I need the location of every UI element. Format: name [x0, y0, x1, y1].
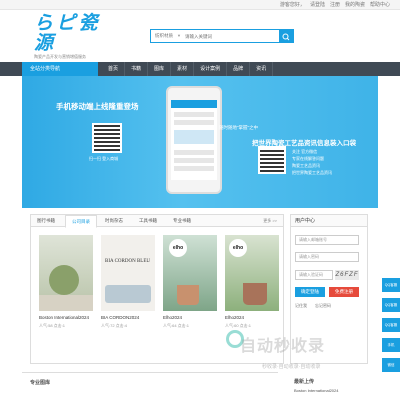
- book-card[interactable]: elho Elho2024 人气:64 点击:1: [163, 235, 217, 333]
- logo-text: ら ピ 瓷源: [34, 13, 98, 54]
- search-type-select[interactable]: 纺织材质: [155, 33, 173, 39]
- qq-service-button[interactable]: QQ客服: [382, 278, 400, 292]
- banner-headline: 手机移动端上线隆重登场: [56, 102, 139, 111]
- watermark-subtext: 秒收录·自动收录·自动收录: [262, 364, 321, 370]
- qq-service-button[interactable]: QQ客服: [382, 298, 400, 312]
- captcha-field[interactable]: 请输入验证码: [295, 270, 333, 280]
- nav-item-books[interactable]: 书籍: [125, 62, 149, 76]
- nav-items: 首页 书籍 图库 素材 设计案例 品牌 资讯: [102, 62, 274, 76]
- book-meta: 人气:72 点击:4: [101, 323, 128, 328]
- tab-graphic-books[interactable]: 图行书籍: [31, 215, 61, 227]
- phone-button[interactable]: 手机: [382, 338, 400, 352]
- book-card[interactable]: elho Elho2024 人气:60 点击:1: [225, 235, 279, 333]
- main-nav: 全站分类导航 首页 书籍 图库 素材 设计案例 品牌 资讯: [0, 62, 400, 76]
- cover-text: elho: [169, 239, 187, 257]
- login-button[interactable]: 确定登陆: [295, 287, 325, 297]
- latest-uploads-section: 最新上传 Boston International2024: [290, 372, 368, 400]
- category-nav-button[interactable]: 全站分类导航: [22, 62, 98, 76]
- tab-company-catalog[interactable]: 公司目录: [65, 215, 97, 228]
- top-links: 游客您好， 请登陆 注册 我的陶瓷 帮助中心: [280, 1, 390, 8]
- login-link[interactable]: 请登陆: [310, 1, 325, 8]
- login-panel-title: 用户中心: [291, 215, 367, 227]
- book-meta: 人气:58 点击:1: [39, 323, 66, 328]
- logo-subtitle: 陶瓷产品开发与营销增值服务: [34, 54, 86, 59]
- latest-uploads-title: 最新上传: [294, 379, 315, 385]
- chevron-down-icon[interactable]: ▼: [177, 33, 181, 38]
- register-button[interactable]: 免费注册: [329, 287, 359, 297]
- wechat-side-text: 关注 官方微信 专家在线解答问题 陶瓷工艺品资讯 把世界陶瓷工艺品资讯: [292, 149, 332, 175]
- tab-bar: 图行书籍 公司目录 时尚杂志 工具书籍 专业书籍 更多 >>: [31, 215, 283, 228]
- tab-fashion-magazines[interactable]: 时尚杂志: [99, 215, 129, 227]
- search-icon: [282, 33, 290, 41]
- book-cover-image: [39, 235, 93, 311]
- tab-professional-books[interactable]: 专业书籍: [167, 215, 197, 227]
- list-item[interactable]: Boston International2024: [294, 388, 338, 393]
- book-title: Boston International2024: [39, 315, 90, 320]
- forgot-password-link[interactable]: 忘记密码: [315, 303, 331, 309]
- book-card[interactable]: BIA CORDON BLEU BIA CORDON2024 人气:72 点击:…: [101, 235, 155, 333]
- book-cover-image: elho: [163, 235, 217, 311]
- register-link[interactable]: 注册: [330, 1, 340, 8]
- book-card[interactable]: Boston International2024 人气:58 点击:1: [39, 235, 93, 333]
- book-title: Elho2024: [163, 315, 183, 320]
- book-cover-image: BIA CORDON BLEU: [101, 235, 155, 311]
- nav-item-brands[interactable]: 品牌: [227, 62, 251, 76]
- tab-tool-books[interactable]: 工具书籍: [133, 215, 163, 227]
- cover-text: elho: [229, 239, 247, 257]
- captcha-image[interactable]: Z6FZF: [335, 270, 359, 280]
- banner-subline: 随时随地“掌握”之中: [219, 125, 258, 130]
- more-link[interactable]: 更多 >>: [263, 218, 277, 224]
- nav-item-gallery[interactable]: 图库: [148, 62, 172, 76]
- qq-service-button[interactable]: QQ客服: [382, 318, 400, 332]
- watermark-text: 自动秒收录: [240, 338, 326, 355]
- search-input[interactable]: [185, 31, 279, 41]
- book-title: BIA CORDON2024: [101, 315, 140, 320]
- password-field[interactable]: 请输入密码: [295, 252, 359, 262]
- nav-item-home[interactable]: 首页: [102, 62, 126, 76]
- email-field[interactable]: 请输入邮箱账号: [295, 235, 359, 245]
- help-link[interactable]: 帮助中心: [370, 1, 390, 8]
- promo-banner[interactable]: 手机移动端上线隆重登场 扫一扫 登入商城 随时随地“掌握”之中 把世界陶瓷工艺品…: [22, 76, 378, 208]
- remember-me-checkbox[interactable]: 记住我: [295, 303, 307, 309]
- nav-item-news[interactable]: 资讯: [250, 62, 274, 76]
- wechat-qr-code-image: [258, 146, 286, 174]
- search-bar: 纺织材质 ▼: [150, 29, 294, 43]
- phone-mockup-image: [166, 86, 222, 194]
- greeting-text: 游客您好，: [279, 2, 305, 8]
- qr-caption: 扫一扫 登入商城: [89, 156, 119, 161]
- site-logo[interactable]: ら ピ 瓷源 陶瓷产品开发与营销增值服务: [34, 14, 110, 60]
- top-bar: 游客您好， 请登陆 注册 我的陶瓷 帮助中心: [0, 0, 400, 10]
- nav-item-design-cases[interactable]: 设计案例: [194, 62, 228, 76]
- gallery-section-title: 专业图库: [30, 380, 51, 386]
- book-cover-image: elho: [225, 235, 279, 311]
- login-options: 记住我 忘记密码: [295, 303, 331, 309]
- book-meta: 人气:64 点击:1: [163, 323, 190, 328]
- my-ceramics-link[interactable]: 我的陶瓷: [345, 1, 365, 8]
- gallery-section: 专业图库: [22, 372, 278, 400]
- nav-item-materials[interactable]: 素材: [171, 62, 195, 76]
- book-title: Elho2024: [225, 315, 245, 320]
- cover-text: BIA CORDON BLEU: [105, 259, 151, 264]
- search-button[interactable]: [279, 30, 293, 42]
- wechat-button[interactable]: 微信: [382, 358, 400, 372]
- book-meta: 人气:60 点击:1: [225, 323, 252, 328]
- qr-code-image: [92, 123, 122, 153]
